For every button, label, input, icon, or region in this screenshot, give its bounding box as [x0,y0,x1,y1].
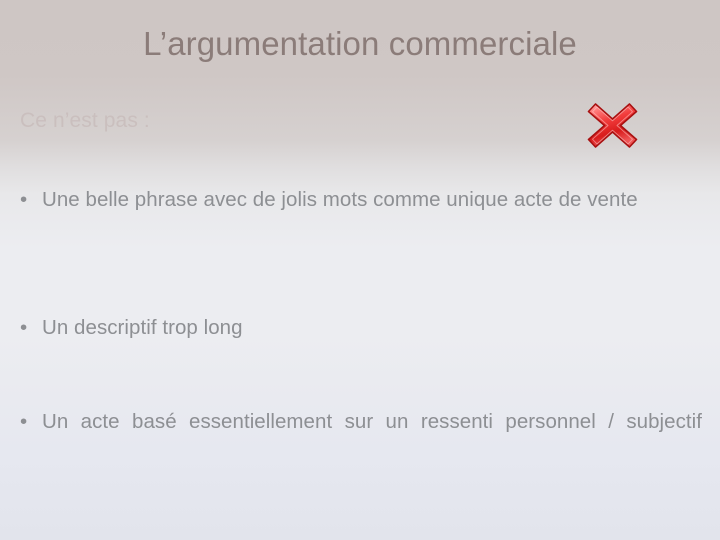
bullet-marker: • [20,188,28,211]
bullet-marker: • [20,410,28,433]
red-cross-x-icon [585,100,640,150]
slide-canvas: L’argumentation commerciale Ce n’est pas… [0,0,720,540]
list-item-text: Un descriptif trop long [42,316,243,339]
page-title: L’argumentation commerciale [143,25,577,62]
intro-label: Ce n’est pas : [20,109,150,132]
list-item: • Un descriptif trop long [18,310,702,345]
list-item: • Une belle phrase avec de jolis mots co… [18,182,702,217]
list-item: • Un acte basé essentiellement sur un re… [18,404,702,474]
list-item-text: Un acte basé essentiellement sur un ress… [42,410,702,433]
bullet-marker: • [20,316,28,339]
list-item-text: Une belle phrase avec de jolis mots comm… [42,188,638,211]
